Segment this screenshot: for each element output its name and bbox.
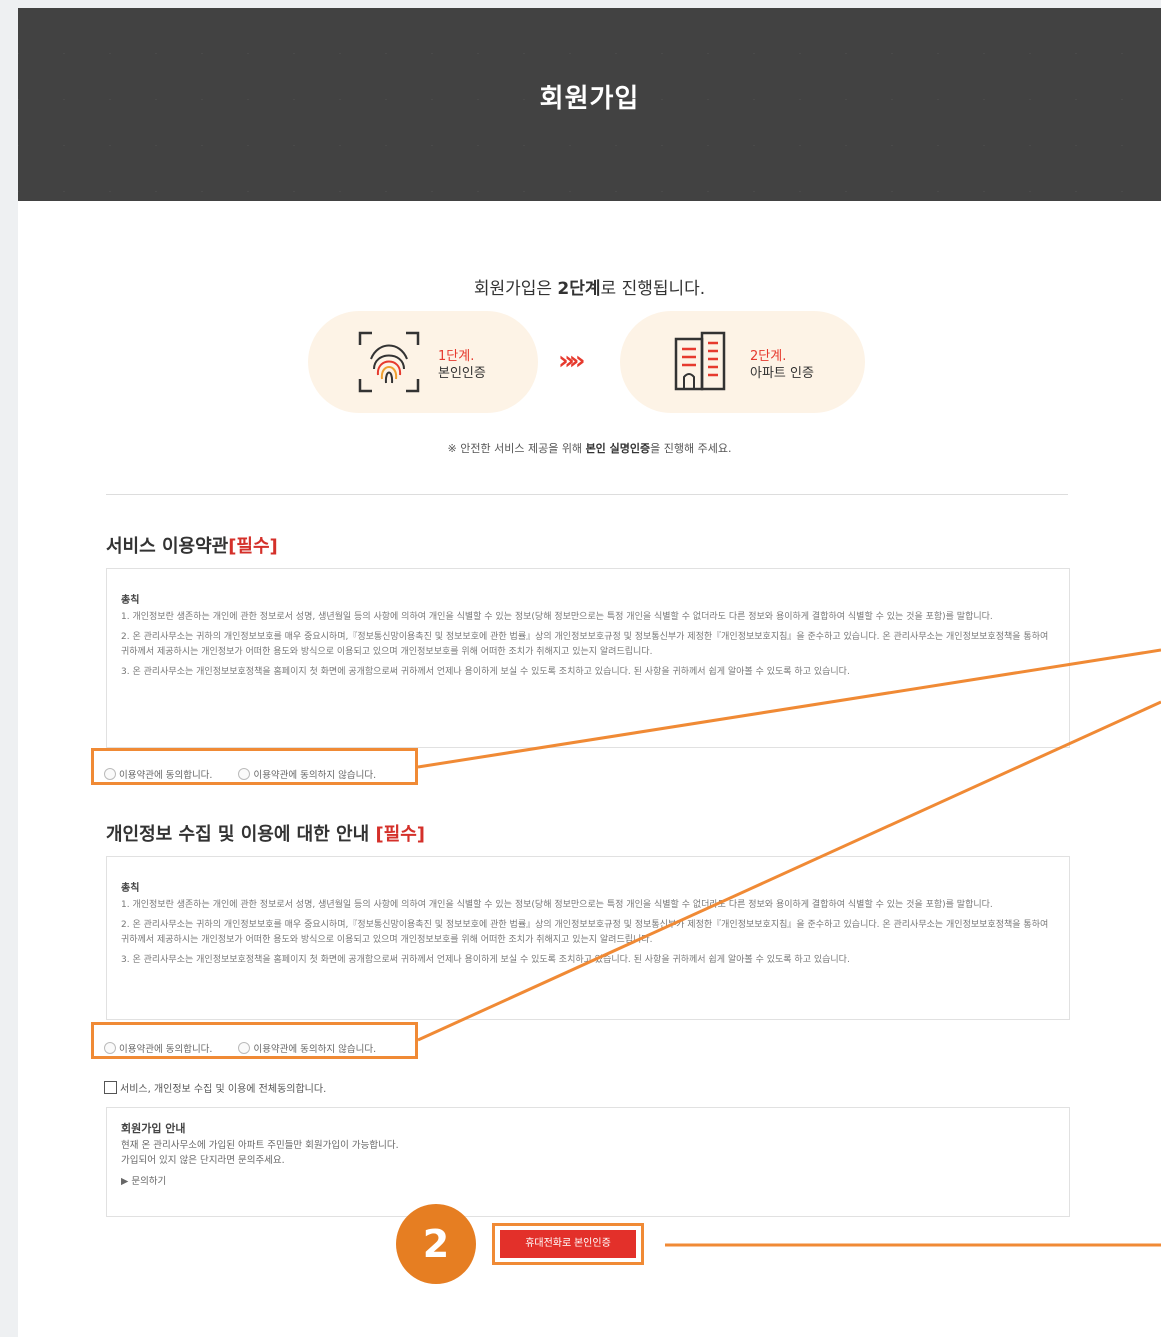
header-banner: 회원가입 [18,8,1161,201]
signup-page: 회원가입 회원가입은 2단계로 진행됩니다. 1단계. 본인인증 »» 2단계. [18,8,1161,1337]
required-mark: [필수] [375,824,426,845]
inquiry-link[interactable]: ▶ 문의하기 [121,1174,1055,1189]
step-1-name: 본인인증 [438,366,486,381]
arrows-icon: »» [558,346,585,376]
service-terms-title: 서비스 이용약관[필수] [106,536,278,557]
service-terms-box[interactable]: 총칙 1. 개인정보란 생존하는 개인에 관한 정보로서 성명, 생년월일 등의… [106,568,1070,748]
step-1: 1단계. 본인인증 [308,311,538,413]
verification-notice: ※ 안전한 서비스 제공을 위해 본인 실명인증을 진행해 주세요. [447,442,732,455]
callout-box-privacy-radios [91,1022,418,1059]
phone-verification-button[interactable]: 휴대전화로 본인인증 [500,1230,636,1258]
required-mark: [필수] [228,536,278,557]
page-title: 회원가입 [539,84,640,114]
join-info-box: 회원가입 안내 현재 온 관리사무소에 가입된 아파트 주민들만 회원가입이 가… [106,1107,1070,1217]
callout-box-service-radios [91,748,418,785]
step-2-name: 아파트 인증 [750,366,814,381]
checkbox-icon[interactable] [104,1081,117,1094]
step-badge: 2 [396,1204,476,1284]
step-2: 2단계. 아파트 인증 [620,311,865,413]
building-icon [674,331,726,391]
steps-intro: 회원가입은 2단계로 진행됩니다. [473,279,706,299]
fingerprint-icon [358,331,420,393]
agree-all-checkbox[interactable]: 서비스, 개인정보 수집 및 이용에 전체동의합니다. [104,1080,326,1095]
privacy-terms-box[interactable]: 총칙 1. 개인정보란 생존하는 개인에 관한 정보로서 성명, 생년월일 등의… [106,856,1070,1020]
privacy-terms-title: 개인정보 수집 및 이용에 대한 안내 [필수] [106,824,426,845]
step-1-number: 1단계. [438,349,475,364]
divider [106,494,1068,495]
step-2-number: 2단계. [750,349,787,364]
